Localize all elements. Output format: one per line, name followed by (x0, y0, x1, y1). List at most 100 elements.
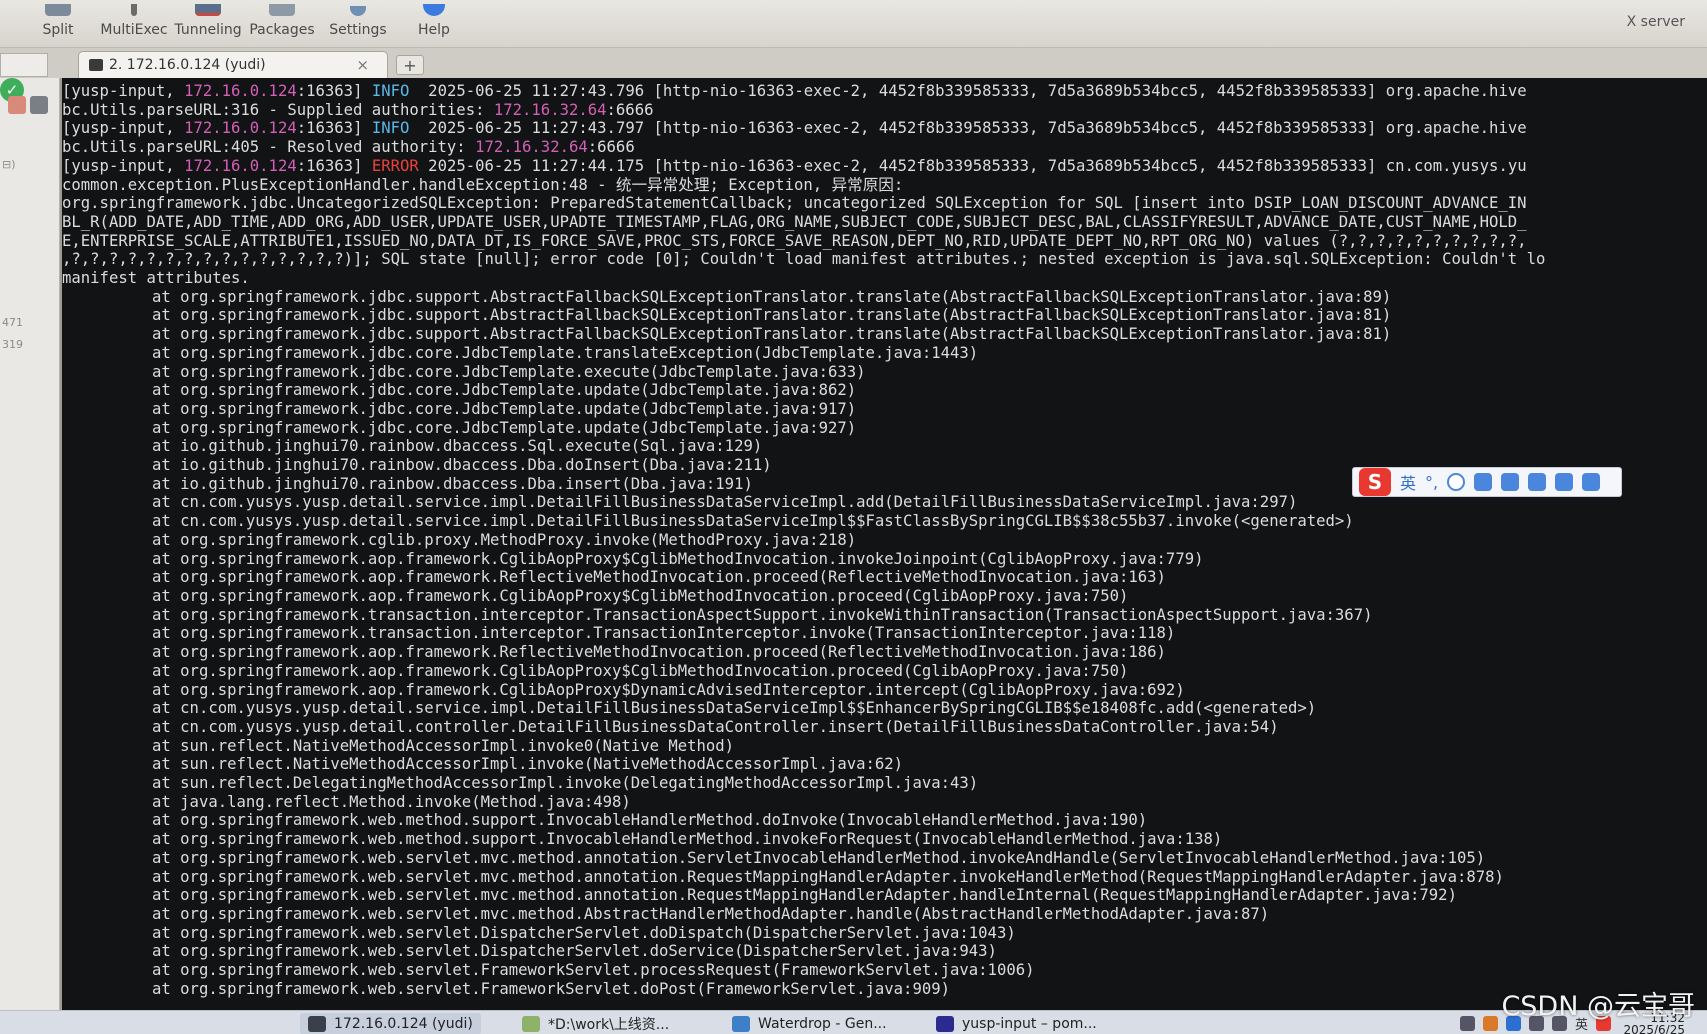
log-port: :16363] (296, 119, 372, 138)
terminal-icon (308, 1016, 326, 1032)
log-level: INFO (371, 82, 410, 100)
log-level: INFO (371, 119, 410, 138)
waterdrop-icon (732, 1016, 750, 1032)
stack-frame: at org.springframework.aop.framework.Cgl… (152, 661, 1129, 680)
task-terminal[interactable]: 172.16.0.124 (yudi) (300, 1013, 481, 1034)
stack-frame: at org.springframework.jdbc.core.JdbcTem… (152, 399, 857, 418)
exception-line: org.springframework.jdbc.UncategorizedSQ… (62, 194, 1527, 213)
task-label: Waterdrop - Gen... (758, 1016, 887, 1032)
clock-date: 2025/6/25 (1623, 1023, 1685, 1034)
tab-session-2[interactable]: 2. 172.16.0.124 (yudi) × (78, 51, 388, 78)
stack-frame: at cn.com.yusys.yusp.detail.service.impl… (152, 699, 1317, 718)
log-prefix: [yusp-input, (62, 119, 185, 138)
app-tray-icon[interactable] (1482, 1016, 1498, 1031)
log-line: bc.Utils.parseURL:316 - Supplied authori… (62, 101, 1707, 120)
taskbar: 172.16.0.124 (yudi) *D:\work\上线资... Wate… (0, 1010, 1707, 1034)
multiexec-icon (131, 4, 137, 16)
stack-frame: at sun.reflect.NativeMethodAccessorImpl.… (152, 736, 735, 755)
help-icon (423, 4, 445, 16)
side-label-2: 471 (2, 316, 23, 329)
ime-punct-toggle[interactable]: °, (1425, 473, 1438, 492)
stack-frame: at org.springframework.web.method.suppor… (152, 830, 1223, 849)
split-icon (45, 4, 71, 16)
packages-label: Packages (249, 22, 315, 38)
stack-frame: at org.springframework.jdbc.support.Abst… (152, 325, 1392, 344)
ime-toolbar[interactable]: S 英 °, (1352, 467, 1622, 497)
stack-frame: at org.springframework.transaction.inter… (152, 605, 1373, 624)
exception-line: E,ENTERPRISE_SCALE,ATTRIBUTE1,ISSUED_NO,… (62, 231, 1527, 250)
stack-frame: at org.springframework.aop.framework.Cgl… (152, 586, 1129, 605)
stack-frame: at cn.com.yusys.yusp.detail.controller.D… (152, 717, 1279, 736)
stack-frame: at org.springframework.aop.framework.Cgl… (152, 680, 1185, 699)
side-panel: ✓ ⊟) 471 319 (0, 78, 60, 1010)
stack-frame: at org.springframework.jdbc.core.JdbcTem… (152, 343, 979, 362)
log-ip: 172.16.0.124 (184, 156, 297, 175)
close-icon[interactable]: × (356, 56, 369, 74)
task-label: yusp-input – pom... (962, 1016, 1097, 1032)
log-line: bc.Utils.parseURL:405 - Resolved authori… (62, 138, 1707, 157)
log-prefix: [yusp-input, (62, 82, 185, 100)
user-icon[interactable] (1528, 473, 1547, 491)
microphone-icon[interactable] (1474, 473, 1493, 491)
tunneling-button[interactable]: Tunneling (174, 0, 242, 48)
stack-frame: at org.springframework.web.servlet.mvc.m… (152, 904, 1270, 923)
exception-line: BL_R(ADD_DATE,ADD_TIME,ADD_ORG,ADD_USER,… (62, 212, 1527, 231)
exception-line: ,?,?,?,?,?,?,?,?,?,?,?,?,?,?,?)]; SQL st… (62, 250, 1546, 269)
log-port: :6666 (587, 138, 635, 157)
help-label: Help (418, 22, 450, 38)
wrench-icon[interactable] (1582, 473, 1601, 491)
split-button[interactable]: Split (38, 0, 78, 48)
task-idea[interactable]: yusp-input – pom... (936, 1013, 1097, 1034)
gear-icon (350, 6, 366, 16)
settings-button[interactable]: Settings (328, 0, 388, 48)
log-message: 2025-06-25 11:27:43.797 [http-nio-16363-… (409, 119, 1527, 138)
stack-frame: at org.springframework.web.servlet.mvc.m… (152, 886, 1457, 905)
side-label-3: 319 (2, 338, 23, 351)
help-button[interactable]: Help (414, 0, 454, 48)
skin-icon[interactable] (1555, 473, 1574, 491)
multiexec-button[interactable]: MultiExec (100, 0, 168, 48)
wrench-icon[interactable] (8, 96, 26, 114)
log-prefix: [yusp-input, (62, 156, 185, 175)
log-message: 2025-06-25 11:27:43.796 [http-nio-16363-… (409, 82, 1527, 100)
terminal-output[interactable]: [yusp-input, 172.16.0.124:16363] INFO 20… (62, 78, 1707, 1010)
stack-frame: at org.springframework.jdbc.support.Abst… (152, 306, 1392, 325)
screen-icon[interactable] (30, 96, 48, 114)
stack-frame: at sun.reflect.DelegatingMethodAccessorI… (152, 774, 979, 793)
task-waterdrop[interactable]: Waterdrop - Gen... (732, 1013, 887, 1034)
log-ip: 172.16.0.124 (184, 119, 297, 138)
stack-frame: at org.springframework.web.method.suppor… (152, 811, 1148, 830)
settings-label: Settings (329, 22, 387, 38)
task-label: *D:\work\上线资... (548, 1017, 670, 1033)
log-prefix: bc.Utils.parseURL:316 - Supplied authori… (62, 100, 494, 119)
log-ip: 172.16.32.64 (493, 100, 607, 119)
stack-frame: at sun.reflect.NativeMethodAccessorImpl.… (152, 755, 904, 774)
exception-line: manifest attributes. (62, 269, 250, 288)
add-tab-button[interactable]: + (396, 55, 424, 75)
sessions-stub[interactable] (0, 53, 48, 77)
stack-frame: at org.springframework.web.servlet.Frame… (152, 961, 1035, 980)
task-label: 172.16.0.124 (yudi) (334, 1016, 473, 1032)
emoji-icon[interactable] (1447, 473, 1466, 491)
log-ip: 172.16.0.124 (184, 82, 297, 100)
notepad-icon (522, 1016, 540, 1032)
tunneling-icon (195, 4, 221, 16)
task-notepad[interactable]: *D:\work\上线资... (522, 1013, 669, 1034)
idea-icon (936, 1016, 954, 1032)
keyboard-icon[interactable] (1501, 473, 1520, 491)
side-label-1: ⊟) (2, 158, 16, 171)
xserver-button[interactable]: X server (1627, 14, 1685, 30)
watermark: CSDN @云宝哥 (1501, 991, 1695, 1022)
packages-button[interactable]: Packages (249, 0, 315, 48)
stack-frame: at org.springframework.jdbc.support.Abst… (152, 287, 1392, 306)
tab-bar: 2. 172.16.0.124 (yudi) × + (0, 48, 1707, 78)
main-toolbar: Split MultiExec Tunneling Packages Setti… (0, 0, 1707, 48)
stack-frame: at org.springframework.transaction.inter… (152, 624, 1176, 643)
sogou-logo-icon[interactable]: S (1359, 468, 1391, 496)
ime-mode-toggle[interactable]: 英 (1400, 470, 1416, 494)
stack-frame: at cn.com.yusys.yusp.detail.service.impl… (152, 512, 1354, 531)
log-port: :6666 (606, 100, 654, 119)
log-message: 2025-06-25 11:27:44.175 [http-nio-16363-… (418, 156, 1527, 175)
chevron-up-icon[interactable] (1459, 1016, 1475, 1031)
stack-frame: at org.springframework.aop.framework.Cgl… (152, 549, 1204, 568)
